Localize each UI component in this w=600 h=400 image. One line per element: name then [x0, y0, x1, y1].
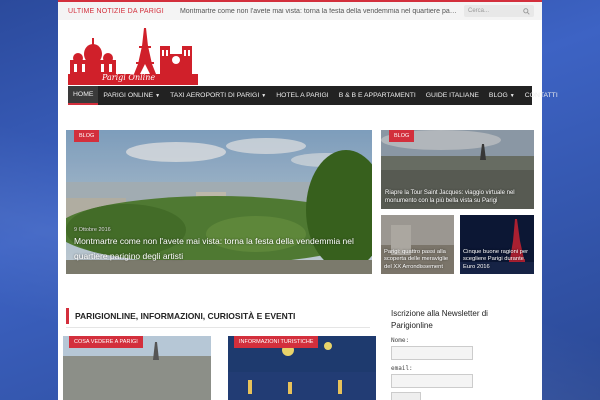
category-badge[interactable]: Blog — [389, 130, 415, 142]
newsletter-widget: Iscrizione alla Newsletter di Parigionli… — [391, 308, 531, 400]
featured-small-post[interactable]: Parigi: quattro passi alla scoperta dell… — [381, 215, 454, 274]
post-card[interactable]: Informazioni turistiche — [228, 336, 376, 400]
nav-item-contatti[interactable]: Contatti — [520, 86, 563, 105]
chevron-down-icon: ▼ — [509, 92, 515, 99]
newsletter-title: Iscrizione alla Newsletter di Parigionli… — [391, 309, 488, 330]
chevron-down-icon: ▼ — [261, 92, 267, 99]
nav-item-guide[interactable]: Guide italiane — [421, 86, 484, 105]
email-field[interactable] — [391, 374, 473, 388]
post-title[interactable]: Cinque buone ragioni per scegliere Parig… — [463, 249, 528, 270]
featured-side-post[interactable]: Blog Riapre la Tour Saint Jacques: viagg… — [381, 130, 534, 209]
section-heading: Parigionline, informazioni, curiosità e … — [66, 308, 370, 324]
news-ticker-link[interactable]: Montmartre come non l'avete mai vista: t… — [174, 8, 464, 15]
post-title[interactable]: Riapre la Tour Saint Jacques: viaggio vi… — [385, 190, 515, 204]
nav-item-blog[interactable]: Blog ▼ — [484, 86, 520, 105]
category-badge[interactable]: Blog — [74, 130, 100, 142]
nav-item-home[interactable]: Home — [68, 86, 99, 105]
post-date: 9 Ottobre 2016 — [74, 227, 111, 233]
featured-main-post[interactable]: Blog 9 Ottobre 2016 Montmartre come non … — [66, 130, 372, 274]
main-navigation: Home Parigi online ▼ Taxi aeroporti di Pa… — [68, 86, 558, 105]
post-card[interactable]: Cosa vedere a Parigi — [63, 336, 211, 400]
page-container: Ultime notizie da Parigi Montmartre come… — [58, 0, 558, 400]
search-placeholder: Cerca... — [468, 8, 490, 14]
site-header: Parigi Online — [58, 20, 542, 86]
nav-item-parigi-online[interactable]: Parigi online ▼ — [98, 86, 165, 105]
top-bar: Ultime notizie da Parigi Montmartre come… — [58, 0, 542, 20]
post-title[interactable]: Parigi: quattro passi alla scoperta dell… — [384, 249, 448, 270]
nav-item-taxi[interactable]: Taxi aeroporti di Parigi ▼ — [165, 86, 271, 105]
chevron-down-icon: ▼ — [155, 92, 161, 99]
search-icon[interactable] — [523, 7, 530, 15]
search-input[interactable]: Cerca... — [464, 5, 534, 17]
category-badge[interactable]: Cosa vedere a Parigi — [69, 336, 143, 348]
site-logo[interactable]: Parigi Online — [68, 26, 198, 86]
breaking-news-label: Ultime notizie da Parigi — [68, 7, 164, 15]
subscribe-button[interactable] — [391, 392, 421, 400]
category-badge[interactable]: Informazioni turistiche — [234, 336, 319, 348]
email-label: email: — [391, 365, 413, 372]
divider — [66, 327, 370, 328]
nav-item-bb[interactable]: B & B e appartamenti — [334, 86, 421, 105]
featured-small-post[interactable]: Cinque buone ragioni per scegliere Parig… — [460, 215, 534, 274]
post-title[interactable]: Montmartre come non l'avete mai vista: t… — [74, 236, 354, 261]
name-field[interactable] — [391, 346, 473, 360]
name-label: Nome: — [391, 337, 410, 344]
nav-item-hotel[interactable]: Hotel a Parigi — [271, 86, 334, 105]
logo-text: Parigi Online — [102, 73, 156, 82]
